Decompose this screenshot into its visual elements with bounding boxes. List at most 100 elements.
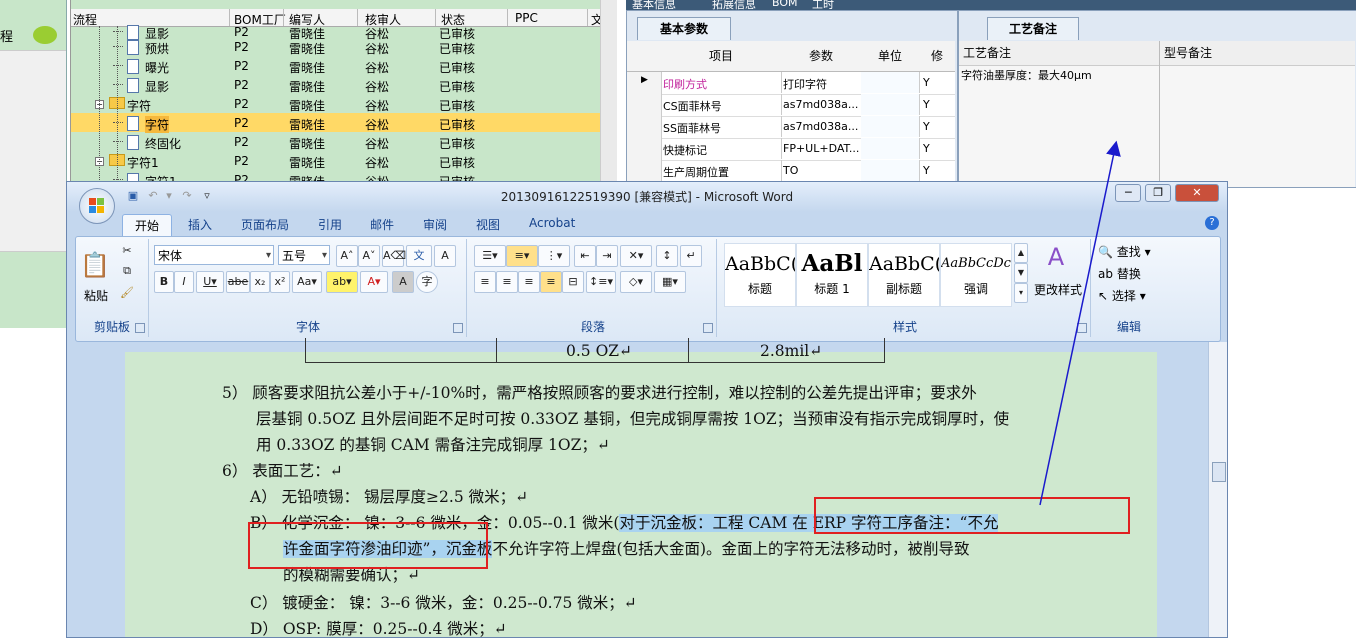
style-heading-1[interactable]: AaBl 标题 1 xyxy=(796,243,868,307)
multilevel-list-icon[interactable]: ⋮▾ xyxy=(538,245,570,267)
change-styles-icon[interactable]: A xyxy=(1036,243,1076,271)
tab-bom[interactable]: BOM xyxy=(772,0,798,9)
align-right-icon[interactable]: ≡ xyxy=(518,271,540,293)
param-unit-cell[interactable] xyxy=(861,94,920,115)
tab-basic-info[interactable]: 基本信息 xyxy=(632,0,676,10)
col-header-unit[interactable]: 单位 xyxy=(861,41,920,72)
change-styles-button[interactable]: 更改样式 xyxy=(1030,281,1086,298)
tab-mailings[interactable]: 邮件 xyxy=(370,216,394,233)
row-selector[interactable] xyxy=(627,138,662,160)
bold-icon[interactable]: B xyxy=(154,271,174,293)
param-row[interactable]: SS面菲林号 as7md038a... Y xyxy=(627,116,955,139)
style-subtitle[interactable]: AaBbC( 副标题 xyxy=(868,243,940,307)
tree-row[interactable]: − 字符 P2 雷晓佳 谷松 已审核 xyxy=(71,94,601,113)
tab-acrobat[interactable]: Acrobat xyxy=(529,216,575,230)
document-scrollbar[interactable] xyxy=(1208,342,1227,637)
clipboard-launcher-icon[interactable] xyxy=(135,323,145,333)
redo-icon[interactable]: ↷ xyxy=(179,188,195,204)
phonetic-guide-icon[interactable]: 文 xyxy=(406,245,432,267)
line-spacing-icon[interactable]: ↕≡▾ xyxy=(586,271,616,293)
tree-row[interactable]: 终固化 P2 雷晓佳 谷松 已审核 xyxy=(71,132,601,151)
character-border-icon[interactable]: A xyxy=(434,245,456,267)
col-header-modify[interactable]: 修 xyxy=(919,41,955,72)
decrease-indent-icon[interactable]: ⇤ xyxy=(574,245,596,267)
paste-icon[interactable]: 📋 xyxy=(80,243,110,287)
style-emphasis[interactable]: AaBbCcDc 强调 xyxy=(940,243,1012,307)
scroll-thumb[interactable] xyxy=(1212,462,1226,482)
font-launcher-icon[interactable] xyxy=(453,323,463,333)
paragraph-launcher-icon[interactable] xyxy=(703,323,713,333)
subscript-icon[interactable]: x₂ xyxy=(250,271,270,293)
param-unit-cell[interactable] xyxy=(861,138,920,159)
save-icon[interactable]: ▣ xyxy=(125,188,141,204)
tree-row[interactable]: 字符 P2 雷晓佳 谷松 已审核 xyxy=(71,113,601,133)
tab-references[interactable]: 引用 xyxy=(318,216,342,233)
clear-format-icon[interactable]: A⌫ xyxy=(382,245,406,267)
bullets-icon[interactable]: ☰▾ xyxy=(474,245,506,267)
italic-icon[interactable]: I xyxy=(174,271,194,293)
increase-indent-icon[interactable]: ⇥ xyxy=(596,245,618,267)
shrink-font-icon[interactable]: A˅ xyxy=(358,245,380,267)
select-button[interactable]: ↖ 选择 ▾ xyxy=(1098,287,1146,304)
minimize-icon[interactable]: ─ xyxy=(1115,184,1142,202)
craft-note-text[interactable]: 字符油墨厚度：最大40μm xyxy=(961,67,1092,83)
character-shading-icon[interactable]: A xyxy=(392,271,414,293)
tab-page-layout[interactable]: 页面布局 xyxy=(241,216,289,233)
col-header-craft-note[interactable]: 工艺备注 xyxy=(959,41,1159,66)
styles-scroll-up-icon[interactable]: ▲ xyxy=(1014,243,1028,263)
chinese-layout-icon[interactable]: ✕▾ xyxy=(620,245,652,267)
styles-launcher-icon[interactable] xyxy=(1077,323,1087,333)
col-header-item[interactable]: 项目 xyxy=(661,41,782,72)
replace-button[interactable]: ab 替换 xyxy=(1098,265,1141,282)
sort-icon[interactable]: ↕ xyxy=(656,245,678,267)
tab-home[interactable]: 开始 xyxy=(122,214,173,236)
param-row[interactable]: ▶ 印刷方式 打印字符 Y xyxy=(627,72,955,95)
change-case-icon[interactable]: Aa▾ xyxy=(292,271,322,293)
param-row[interactable]: CS面菲林号 as7md038a... Y xyxy=(627,94,955,117)
param-row[interactable]: 生产周期位置 TO Y xyxy=(627,160,955,183)
row-selector[interactable] xyxy=(627,94,662,116)
align-center-icon[interactable]: ≡ xyxy=(496,271,518,293)
tree-row[interactable]: 曝光 P2 雷晓佳 谷松 已审核 xyxy=(71,56,601,75)
row-selector[interactable] xyxy=(627,160,662,182)
col-header-value[interactable]: 参数 xyxy=(781,41,862,72)
param-unit-cell[interactable] xyxy=(861,72,920,93)
distributed-icon[interactable]: ⊟ xyxy=(562,271,584,293)
param-row[interactable]: 快捷标记 FP+UL+DAT... Y xyxy=(627,138,955,161)
grow-font-icon[interactable]: A˄ xyxy=(336,245,358,267)
close-icon[interactable]: ✕ xyxy=(1175,184,1219,202)
tab-view[interactable]: 视图 xyxy=(476,216,500,233)
find-button[interactable]: 🔍 查找 ▾ xyxy=(1098,243,1151,260)
document-page[interactable]: 0.5 OZ↵ 2.8mil↵ 5） 顾客要求阻抗公差小于+/-10%时，需严格… xyxy=(125,338,1157,637)
param-unit-cell[interactable] xyxy=(861,116,920,137)
shading-icon[interactable]: ◇▾ xyxy=(620,271,652,293)
font-size-combo[interactable]: 五号 xyxy=(278,245,330,266)
chat-bubble-icon[interactable] xyxy=(33,26,57,44)
strikethrough-icon[interactable]: abe xyxy=(226,271,250,293)
numbering-icon[interactable]: ≡▾ xyxy=(506,245,538,267)
superscript-icon[interactable]: x² xyxy=(270,271,290,293)
tab-extended-info[interactable]: 拓展信息 xyxy=(712,0,756,10)
tab-hours[interactable]: 工时 xyxy=(812,0,834,10)
cut-icon[interactable]: ✂ xyxy=(118,243,136,259)
tree-row[interactable]: − 字符1 P2 雷晓佳 谷松 已审核 xyxy=(71,151,601,170)
tree-row[interactable]: 显影 P2 雷晓佳 谷松 已审核 xyxy=(71,75,601,94)
tab-craft-notes[interactable]: 工艺备注 xyxy=(987,17,1079,40)
param-unit-cell[interactable] xyxy=(861,160,920,181)
tree-scrollbar[interactable] xyxy=(600,0,617,186)
justify-icon[interactable]: ≡ xyxy=(540,271,562,293)
help-icon[interactable]: ? xyxy=(1205,216,1219,230)
highlight-color-icon[interactable]: ab▾ xyxy=(326,271,358,293)
copy-icon[interactable]: ⧉ xyxy=(118,263,136,279)
undo-icon[interactable]: ↶ xyxy=(145,188,161,204)
align-left-icon[interactable]: ≡ xyxy=(474,271,496,293)
paste-button[interactable]: 粘贴 xyxy=(80,287,112,304)
style-title[interactable]: AaBbC( 标题 xyxy=(724,243,796,307)
underline-icon[interactable]: U▾ xyxy=(196,271,224,293)
tab-basic-params[interactable]: 基本参数 xyxy=(637,17,731,40)
styles-scroll-down-icon[interactable]: ▼ xyxy=(1014,263,1028,283)
borders-icon[interactable]: ▦▾ xyxy=(654,271,686,293)
row-selector[interactable] xyxy=(627,116,662,138)
tab-review[interactable]: 审阅 xyxy=(423,216,447,233)
enclose-character-icon[interactable]: 字 xyxy=(416,271,438,293)
